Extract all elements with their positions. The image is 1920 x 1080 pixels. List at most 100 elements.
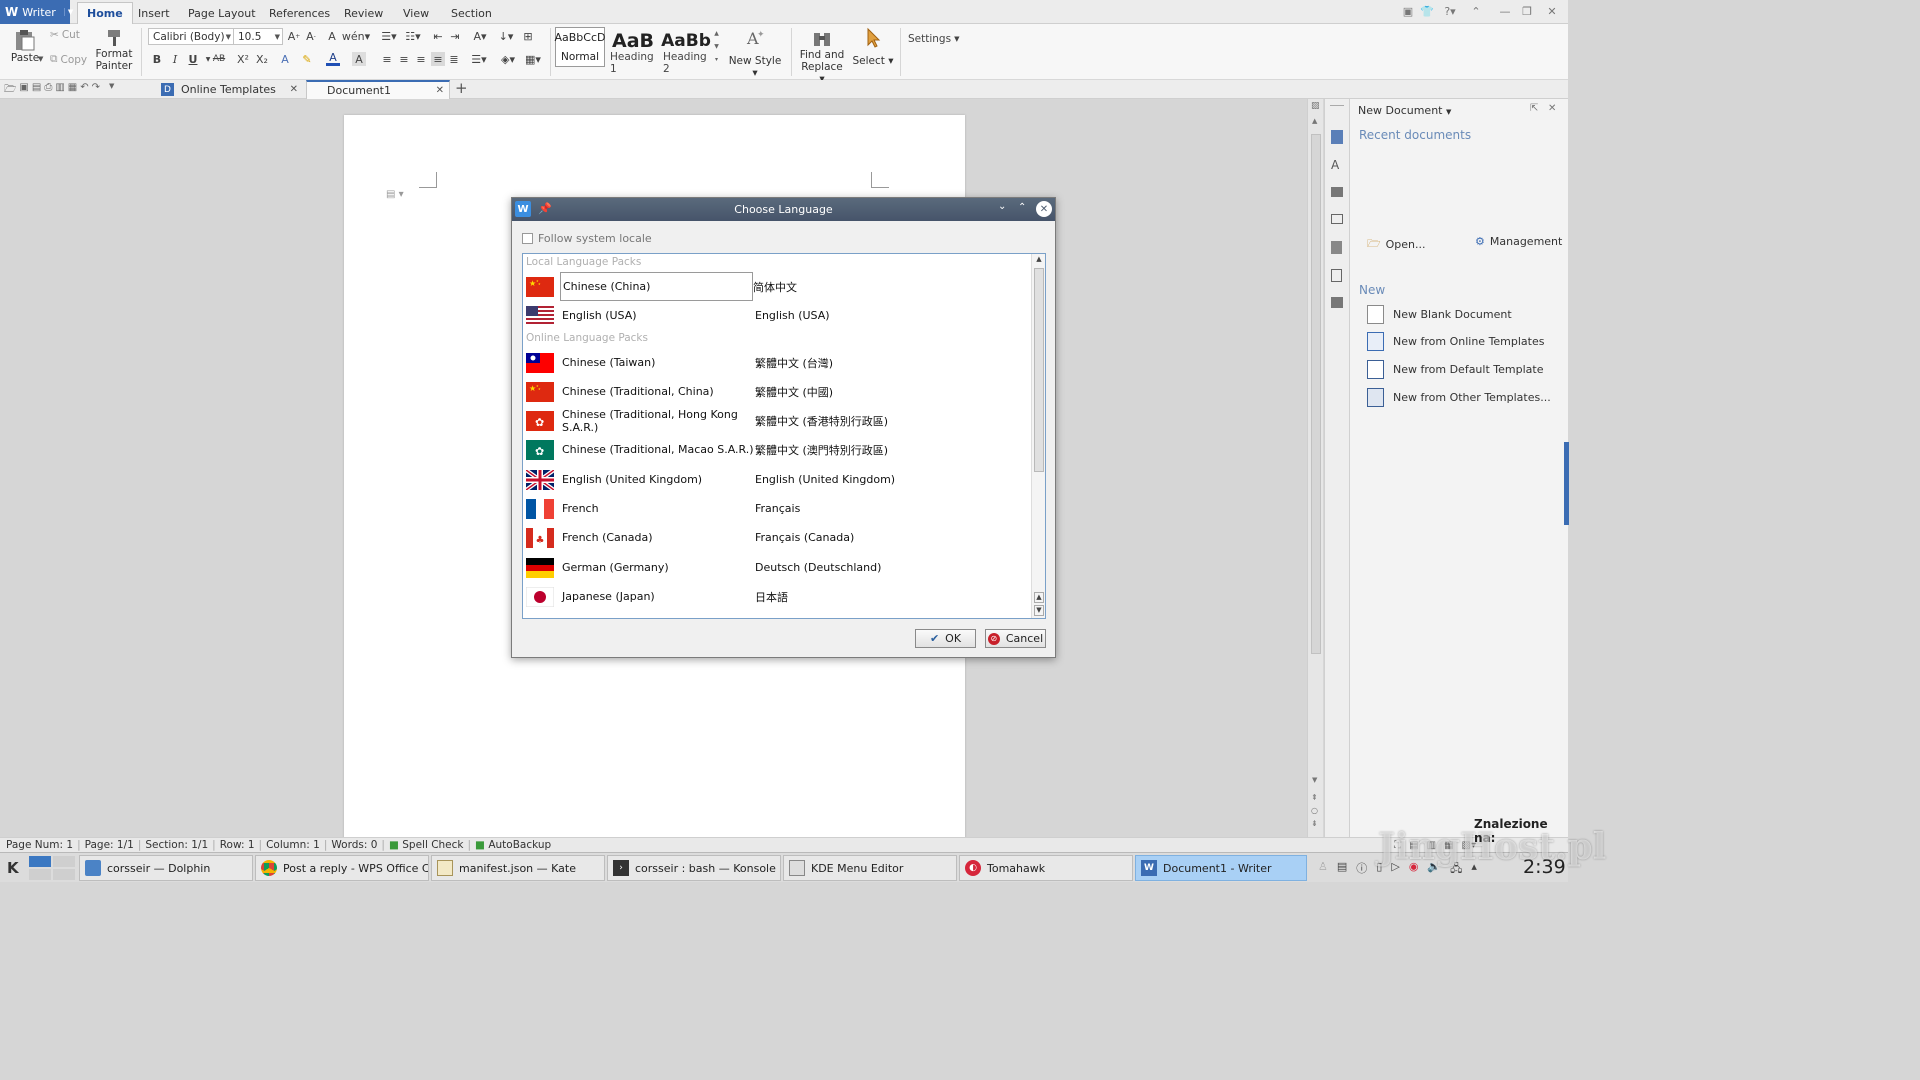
task-konsole[interactable]: › corsseir : bash — Konsole [607,855,781,881]
bullets-icon[interactable]: ☰▾ [378,29,400,43]
collapse-ribbon-icon[interactable]: ⌃ [1469,4,1483,18]
increase-indent-icon[interactable]: ⇥ [448,29,462,43]
save-icon[interactable]: ▣ [19,82,28,99]
page-nav-icons[interactable]: ⇞ ○ ⇟ [1311,791,1318,830]
tab-insert[interactable]: Insert [129,2,179,24]
scroll-up-icon[interactable]: ▲ [1312,117,1317,125]
undo-icon[interactable]: ↶ [80,82,88,99]
style-normal[interactable]: AaBbCcD Normal [555,27,606,67]
tab-document1[interactable]: Document1 ✕ [306,80,450,99]
tab-view[interactable]: View [394,2,438,24]
scrollbar-thumb[interactable] [1311,134,1321,654]
new-from-default-template-link[interactable]: New from Default Template [1367,360,1543,379]
font-size-combo[interactable]: 10.5 ▼ [233,28,283,45]
styles-scroll-icon[interactable]: ▲ ▼ ▾ [712,27,721,67]
new-document-pane-icon[interactable] [1331,130,1343,144]
bold-icon[interactable]: B [150,52,164,66]
align-center-icon[interactable]: ≡ [397,52,411,66]
strikethrough-icon[interactable]: AB [210,52,228,66]
backup-pane-icon[interactable] [1331,214,1343,224]
close-icon[interactable]: ✕ [1545,4,1559,18]
text-effect-icon[interactable]: A [278,52,292,66]
superscript-icon[interactable]: X² [236,52,250,66]
help-icon[interactable]: ?▾ [1440,4,1460,18]
tab-section[interactable]: Section [442,2,501,24]
save-as-icon[interactable]: ▤ [32,82,41,99]
language-row-english-usa[interactable]: English (USA) English (USA) [526,301,1031,330]
ok-button[interactable]: ✔ OK [915,629,976,648]
align-right-icon[interactable]: ≡ [414,52,428,66]
sort-icon[interactable]: ↓▾ [497,29,515,43]
show-marks-icon[interactable]: ⊞ [521,29,535,43]
language-row-french-canada[interactable]: ♣ French (Canada) Français (Canada) [526,523,1031,552]
format-painter-button[interactable]: Format Painter [93,28,135,72]
borders-icon[interactable]: ▦▾ [522,52,544,66]
table-pane-icon[interactable] [1331,297,1343,308]
chevron-up-icon[interactable]: ⌃ [1018,202,1026,213]
cancel-button[interactable]: ⊘ Cancel [985,629,1046,648]
italic-icon[interactable]: I [168,52,182,66]
find-replace-button[interactable]: Find and Replace ▾ [798,27,846,85]
pager[interactable] [29,856,75,880]
checkbox-box[interactable] [522,233,533,244]
cut-button[interactable]: ✂ Cut [50,29,80,41]
management-link[interactable]: ⚙ Management [1475,235,1562,248]
shirt-icon[interactable]: 👕 [1420,4,1434,18]
print-preview-icon[interactable]: ▥ [55,82,64,99]
info-icon[interactable]: ⓘ [1356,860,1367,879]
tab-online-templates[interactable]: D Online Templates ✕ [155,80,303,99]
undock-icon[interactable]: ⇱ [1530,103,1538,114]
language-row-chinese-hong-kong[interactable]: ✿ Chinese (Traditional, Hong Kong S.A.R.… [526,406,1031,435]
new-from-other-templates-link[interactable]: New from Other Templates... [1367,388,1551,407]
language-row-chinese-china[interactable]: ★ ★ ★ Chinese (China) 简体中文 [526,272,1031,301]
autobackup-toggle[interactable]: ■ AutoBackup [475,839,551,851]
task-dolphin[interactable]: corsseir — Dolphin [79,855,253,881]
task-writer[interactable]: W Document1 - Writer [1135,855,1307,881]
minimize-icon[interactable]: — [1498,4,1512,18]
close-pane-icon[interactable]: ✕ [1548,103,1556,114]
style-heading-2[interactable]: AaBb Heading 2 [660,27,712,75]
open-icon[interactable]: 🗁 [4,82,16,99]
search-pane-icon[interactable] [1331,269,1342,282]
phonetic-guide-icon[interactable]: wén▾ [342,29,370,43]
close-tab-icon[interactable]: ✕ [290,84,298,95]
new-blank-document-link[interactable]: New Blank Document [1367,305,1512,324]
new-style-button[interactable]: A ✦ New Style ▾ [726,27,784,79]
line-spacing-icon[interactable]: ☰▾ [468,52,490,66]
user-icon[interactable]: ♙ [1318,860,1328,879]
task-kate[interactable]: manifest.json — Kate [431,855,605,881]
scroll-up-icon[interactable]: ▲ [1034,592,1044,603]
style-heading-1[interactable]: AaB Heading 1 [607,27,659,75]
spell-check-toggle[interactable]: ■ Spell Check [389,839,464,851]
language-row-chinese-traditional-china[interactable]: ★ ★ ★ Chinese (Traditional, China) 繁體中文 (中… [526,377,1031,406]
language-row-german[interactable]: German (Germany) Deutsch (Deutschland) [526,553,1031,582]
distributed-icon[interactable]: ≣ [447,52,461,66]
close-icon[interactable]: ✕ [1036,201,1052,217]
clear-format-icon[interactable]: A [325,29,339,43]
tab-references[interactable]: References [260,2,339,24]
pin-icon[interactable]: 📌 [538,202,552,215]
font-color-icon[interactable]: A [326,51,340,66]
redo-icon[interactable]: ↷ [92,82,100,99]
desktop-1[interactable] [29,856,51,867]
vertical-scrollbar[interactable]: ▨ ▲ ▼ ⇞ ○ ⇟ [1307,99,1323,837]
restore-icon[interactable]: ❐ [1520,4,1534,18]
numbering-icon[interactable]: ☷▾ [402,29,424,43]
decrease-indent-icon[interactable]: ⇤ [431,29,445,43]
underline-icon[interactable]: U [186,52,200,66]
kde-launcher-icon[interactable]: K [7,859,19,877]
language-row-chinese-macao[interactable]: ✿ Chinese (Traditional, Macao S.A.R.) 繁體… [526,435,1031,464]
char-shading-icon[interactable]: A [352,52,366,66]
copy-button[interactable]: ⧉ Copy [50,53,87,66]
tab-page-layout[interactable]: Page Layout [179,2,265,24]
new-tab-icon[interactable]: + [455,80,468,97]
settings-button[interactable]: Settings ▼ [908,33,959,45]
task-tomahawk[interactable]: ◐ Tomahawk [959,855,1133,881]
language-row-japanese[interactable]: Japanese (Japan) 日本語 [526,582,1031,611]
task-kde-menu-editor[interactable]: KDE Menu Editor [783,855,957,881]
desktop-3[interactable] [29,869,51,880]
side-panel-tab[interactable] [1564,442,1569,525]
task-chrome[interactable]: Post a reply - WPS Office Cor [255,855,429,881]
grow-font-icon[interactable]: A + [287,29,301,43]
paragraph-menu-icon[interactable]: ▤ ▾ [386,189,404,200]
